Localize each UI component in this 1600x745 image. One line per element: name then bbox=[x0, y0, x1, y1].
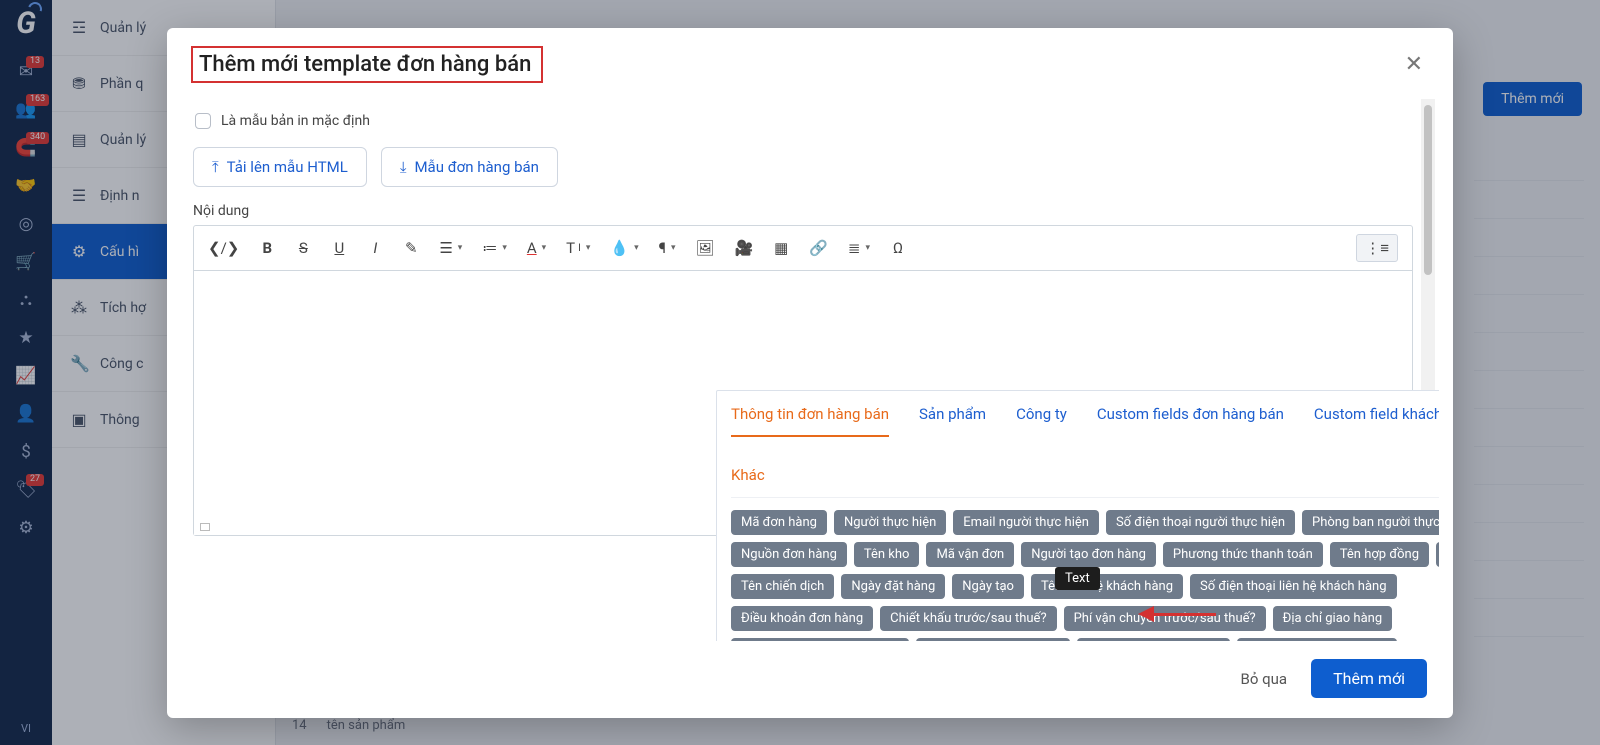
strike-icon[interactable]: S bbox=[295, 239, 311, 257]
merge-tag[interactable]: Tên kho bbox=[854, 542, 920, 567]
editor-toolbar: ❮/❯ B S U I ✎ ☰ ≔ A TI 💧 ¶ 🖼 🎥 ▦ 🔗 ≣ Ω ⋮… bbox=[194, 226, 1412, 271]
resize-handle-icon[interactable] bbox=[200, 523, 210, 531]
add-template-modal: Thêm mới template đơn hàng bán ✕ Là mẫu … bbox=[167, 28, 1453, 718]
merge-tag[interactable]: Người tạo đơn hàng bbox=[1021, 542, 1156, 567]
merge-tag[interactable]: Thuế VAT đơn hàng ($) bbox=[1077, 638, 1229, 641]
upload-html-button[interactable]: ⤒ Tải lên mẫu HTML bbox=[193, 147, 367, 187]
image-icon[interactable]: 🖼 bbox=[695, 239, 714, 257]
merge-tag[interactable]: Số điện thoại người thực hiện bbox=[1106, 510, 1295, 535]
unordered-list-icon[interactable]: ☰ bbox=[439, 239, 462, 257]
merge-tag[interactable]: Mã vận đơn bbox=[926, 542, 1014, 567]
font-size-icon[interactable]: TI bbox=[566, 239, 590, 257]
default-template-label: Là mẫu bản in mặc định bbox=[221, 113, 370, 129]
underline-icon[interactable]: U bbox=[331, 239, 347, 257]
merge-tag[interactable]: Ngày tạo bbox=[952, 574, 1024, 599]
sample-order-button[interactable]: ⤓ Mẫu đơn hàng bán bbox=[381, 147, 558, 187]
download-icon: ⤓ bbox=[400, 158, 407, 176]
merge-tag-panel: Thông tin đơn hàng bán Sản phẩm Công ty … bbox=[716, 390, 1453, 641]
merge-tag[interactable]: Chiết khấu trước/sau thuế? bbox=[880, 606, 1056, 631]
merge-tag[interactable]: Phương thức thanh toán bbox=[1163, 542, 1323, 567]
modal-footer: Bỏ qua Thêm mới bbox=[167, 641, 1453, 718]
tab-custom-customer[interactable]: Custom field khách hàng bbox=[1314, 405, 1453, 436]
action-buttons-row: ⤒ Tải lên mẫu HTML ⤓ Mẫu đơn hàng bán bbox=[193, 147, 1413, 187]
default-template-checkbox[interactable] bbox=[195, 113, 211, 129]
close-icon[interactable]: ✕ bbox=[1399, 52, 1429, 77]
ordered-list-icon[interactable]: ≔ bbox=[482, 239, 507, 257]
align-icon[interactable]: ≣ bbox=[848, 239, 870, 257]
title-highlight-annotation: Thêm mới template đơn hàng bán bbox=[191, 46, 543, 83]
merge-tag[interactable]: Số điện thoại liên hệ khách hàng bbox=[1190, 574, 1397, 599]
merge-tag[interactable]: Thuế VAT đơn hàng (%) bbox=[916, 638, 1070, 641]
italic-icon[interactable]: I bbox=[367, 239, 383, 257]
merge-tag[interactable]: Điều khoản đơn hàng bbox=[731, 606, 873, 631]
tab-company[interactable]: Công ty bbox=[1016, 405, 1067, 436]
merge-tag[interactable]: Tên liên hệ khách hàng bbox=[1031, 574, 1183, 599]
tab-product[interactable]: Sản phẩm bbox=[919, 405, 986, 436]
ink-drop-icon[interactable]: 💧 bbox=[610, 239, 638, 257]
merge-tag[interactable]: Chiết khấu đơn hàng (%) bbox=[1237, 638, 1397, 641]
bold-icon[interactable]: B bbox=[259, 239, 275, 257]
paragraph-icon[interactable]: ¶ bbox=[659, 239, 676, 257]
merge-tag[interactable]: Tên hợp đồng bbox=[1330, 542, 1429, 567]
merge-tag[interactable]: Nguồn đơn hàng bbox=[731, 542, 847, 567]
default-template-row: Là mẫu bản in mặc định bbox=[195, 113, 1413, 129]
submit-button[interactable]: Thêm mới bbox=[1311, 659, 1427, 698]
omega-icon[interactable]: Ω bbox=[890, 239, 906, 257]
tab-other[interactable]: Khác bbox=[731, 466, 765, 498]
video-icon[interactable]: 🎥 bbox=[735, 239, 754, 257]
code-view-icon[interactable]: ❮/❯ bbox=[208, 239, 239, 257]
merge-tag[interactable]: Phòng ban người thực hiện bbox=[1302, 510, 1453, 535]
merge-tag[interactable]: Địa chỉ giao hàng bbox=[1273, 606, 1392, 631]
merge-tag[interactable]: Tên chiến dịch bbox=[731, 574, 834, 599]
modal-body: Là mẫu bản in mặc định ⤒ Tải lên mẫu HTM… bbox=[167, 99, 1453, 641]
merge-tag[interactable]: Mã đơn hàng bbox=[731, 510, 827, 535]
modal-header: Thêm mới template đơn hàng bán ✕ bbox=[167, 28, 1453, 99]
content-label: Nội dung bbox=[193, 203, 1413, 219]
tooltip: Text bbox=[1055, 567, 1100, 590]
annotation-arrow bbox=[1138, 606, 1216, 622]
modal-title: Thêm mới template đơn hàng bán bbox=[199, 52, 531, 77]
upload-icon: ⤒ bbox=[212, 158, 219, 176]
merge-tag[interactable]: Chức vụ liên hệ khách hàng bbox=[731, 638, 909, 641]
sample-order-label: Mẫu đơn hàng bán bbox=[414, 158, 539, 176]
tab-custom-order[interactable]: Custom fields đơn hàng bán bbox=[1097, 405, 1284, 436]
skip-button[interactable]: Bỏ qua bbox=[1241, 670, 1288, 688]
merge-tag[interactable]: Ngày đặt hàng bbox=[841, 574, 945, 599]
tag-tabs: Thông tin đơn hàng bán Sản phẩm Công ty … bbox=[731, 391, 1453, 498]
table-icon[interactable]: ▦ bbox=[773, 239, 789, 257]
tab-order-info[interactable]: Thông tin đơn hàng bán bbox=[731, 405, 889, 437]
merge-tag[interactable]: Người thực hiện bbox=[834, 510, 946, 535]
toggle-list-icon[interactable]: ⋮≡ bbox=[1356, 234, 1398, 262]
font-color-icon[interactable]: A bbox=[527, 239, 546, 257]
merge-tag[interactable]: Mã báo giá bbox=[1436, 542, 1453, 567]
upload-html-label: Tải lên mẫu HTML bbox=[227, 158, 348, 176]
scroll-thumb[interactable] bbox=[1424, 105, 1432, 275]
merge-tag[interactable]: Email người thực hiện bbox=[953, 510, 1099, 535]
highlighter-icon[interactable]: ✎ bbox=[403, 239, 419, 257]
link-icon[interactable]: 🔗 bbox=[809, 239, 828, 257]
